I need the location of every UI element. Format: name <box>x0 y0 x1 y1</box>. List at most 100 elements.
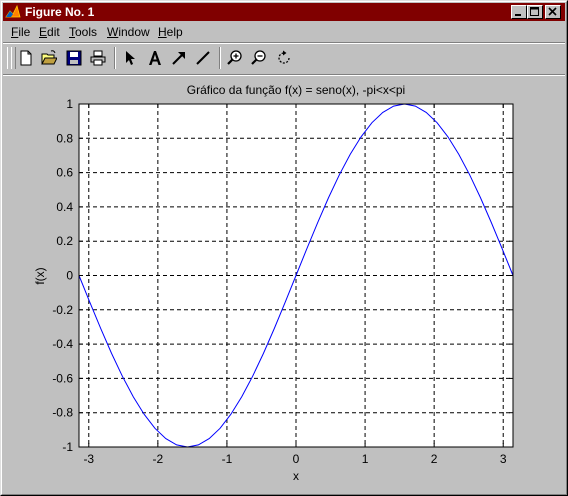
title-bar[interactable]: Figure No. 1 <box>3 3 565 21</box>
menu-file-rest: ile <box>18 25 31 39</box>
open-file-button[interactable] <box>39 48 59 68</box>
series-point <box>165 438 166 439</box>
rotate-3d-icon <box>278 50 290 64</box>
y-tick-label: 1 <box>66 97 73 111</box>
new-figure-icon <box>20 50 32 66</box>
x-tick-label: -1 <box>222 452 233 466</box>
y-tick-label: -1 <box>62 440 73 454</box>
series-point <box>350 154 351 155</box>
save-button[interactable] <box>64 48 84 68</box>
menu-window-rest: indow <box>118 25 150 39</box>
series-point <box>100 328 101 329</box>
close-icon <box>548 7 557 16</box>
figure-toolbar <box>3 44 565 74</box>
y-tick-label: 0.6 <box>56 166 73 180</box>
save-icon <box>66 50 82 66</box>
menu-tools[interactable]: Tools <box>69 25 97 39</box>
series-point <box>328 197 329 198</box>
series-point <box>480 197 481 198</box>
menu-bar: File Edit Tools Window Help <box>3 22 565 42</box>
series-point <box>491 222 492 223</box>
window-title: Figure No. 1 <box>25 5 95 19</box>
menu-tools-rest: ools <box>75 25 98 39</box>
y-tick-label: -0.6 <box>52 371 73 385</box>
series-point <box>122 376 123 377</box>
series-point <box>89 302 90 303</box>
rotate-3d-button[interactable] <box>274 48 294 68</box>
figure-window: Figure No. 1 File Edit Tools Window Help <box>0 0 568 496</box>
series-point <box>469 174 470 175</box>
series-point <box>415 106 416 107</box>
insert-line-button[interactable] <box>193 48 213 68</box>
series-point <box>155 428 156 429</box>
x-axis-label: x <box>293 469 299 483</box>
print-button[interactable] <box>88 48 108 68</box>
zoom-in-button[interactable] <box>225 48 245 68</box>
select-arrow-button[interactable] <box>120 48 140 68</box>
series-point <box>306 248 307 249</box>
series-point <box>252 376 253 377</box>
y-tick-label: 0.4 <box>56 200 73 214</box>
toolbar-separator-2 <box>219 47 221 69</box>
y-tick-label: 0 <box>66 269 73 283</box>
insert-text-button[interactable] <box>145 48 165 68</box>
series-point <box>426 112 427 113</box>
y-tick-label: 0.8 <box>56 131 73 145</box>
chart-title: Gráfico da função f(x) = seno(x), -pi<x<… <box>187 83 405 97</box>
toolbar-separator-1 <box>114 47 116 69</box>
minimize-button[interactable] <box>511 5 527 19</box>
minimize-icon <box>515 14 521 16</box>
series-point <box>111 353 112 354</box>
maximize-button[interactable] <box>527 5 543 19</box>
insert-arrow-button[interactable] <box>169 48 189 68</box>
menu-edit[interactable]: Edit <box>39 25 60 39</box>
series-point <box>209 438 210 439</box>
series-point <box>144 414 145 415</box>
new-figure-button[interactable] <box>16 48 36 68</box>
series-point <box>372 122 373 123</box>
series-point <box>339 174 340 175</box>
series-point <box>198 444 199 445</box>
menu-edit-rest: dit <box>47 25 60 39</box>
print-icon <box>90 50 106 66</box>
menu-file[interactable]: File <box>11 25 30 39</box>
menu-window[interactable]: Window <box>107 25 150 39</box>
series-point <box>382 112 383 113</box>
select-arrow-icon <box>126 51 135 65</box>
menu-window-accel: W <box>107 25 119 39</box>
series-point <box>274 328 275 329</box>
y-tick-label: -0.8 <box>52 406 73 420</box>
zoom-in-icon <box>227 50 242 65</box>
series-point <box>296 275 297 276</box>
figure-canvas: -3 -2 -1 0 1 2 3 -1 -0.8 -0.6 -0.4 -0.2 0 0.2 0.4 0.6 0.… <box>3 76 565 494</box>
menu-help[interactable]: Help <box>158 25 183 39</box>
series-point <box>176 444 177 445</box>
series-point <box>447 136 448 137</box>
insert-text-icon <box>149 51 161 65</box>
series-point <box>133 396 134 397</box>
series-point <box>437 122 438 123</box>
zoom-out-button[interactable] <box>249 48 269 68</box>
x-tick-label: 1 <box>362 452 369 466</box>
open-file-icon <box>41 50 57 65</box>
maximize-icon <box>530 7 539 16</box>
y-tick-label: -0.2 <box>52 303 73 317</box>
series-point <box>317 222 318 223</box>
zoom-out-icon <box>251 50 266 65</box>
series-point <box>502 248 503 249</box>
x-tick-label: 2 <box>431 452 438 466</box>
x-tick-label: 3 <box>500 452 507 466</box>
y-tick-label: 0.2 <box>56 234 73 248</box>
series-point <box>241 396 242 397</box>
menu-edit-accel: E <box>39 25 48 39</box>
matlab-app-icon[interactable] <box>5 4 21 20</box>
sine-plot: -3 -2 -1 0 1 2 3 -1 -0.8 -0.6 -0.4 -0.2 0 0.2 0.4 0.6 0.… <box>33 83 514 483</box>
close-button[interactable] <box>545 5 561 19</box>
insert-arrow-icon <box>172 52 185 65</box>
y-axis-label: f(x) <box>33 267 47 284</box>
x-tick-label: 0 <box>293 452 300 466</box>
series-point <box>285 302 286 303</box>
series-point <box>393 106 394 107</box>
series-point <box>220 428 221 429</box>
series-point <box>361 136 362 137</box>
